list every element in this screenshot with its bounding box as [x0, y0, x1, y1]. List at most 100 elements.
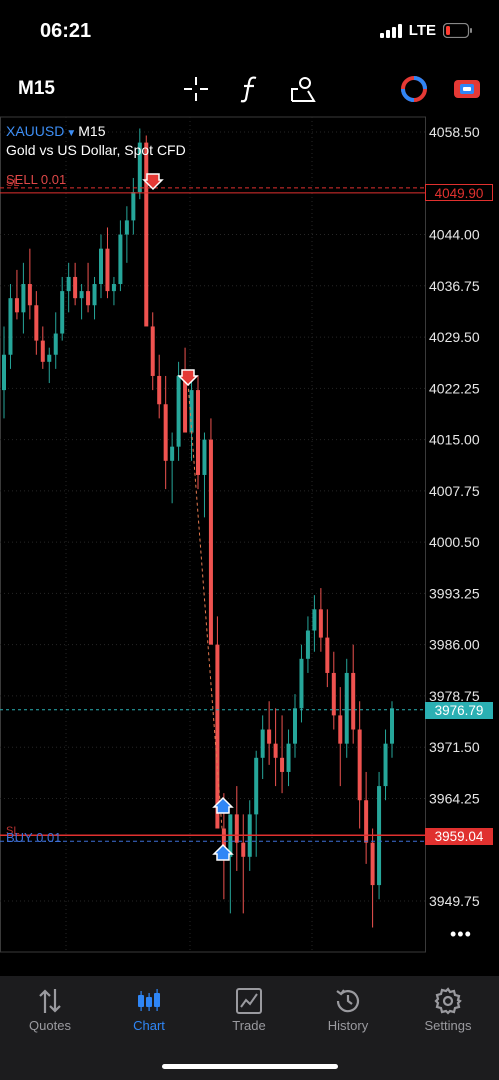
buy-line-price-tag: 3959.04 — [425, 828, 493, 845]
y-tick-label: 4058.50 — [429, 124, 480, 140]
y-tick-label: 3964.25 — [429, 790, 480, 806]
candle-body — [241, 842, 246, 857]
candle-body — [47, 354, 52, 362]
y-tick-label: 3949.75 — [429, 893, 480, 909]
candle-body — [163, 404, 168, 461]
sl-label-top: SL — [6, 177, 20, 189]
y-tick-label: 3986.00 — [429, 637, 480, 653]
candle-body — [27, 284, 32, 306]
symbol-timeframe: M15 — [78, 123, 106, 139]
tab-label: Quotes — [29, 1018, 71, 1033]
objects-icon[interactable] — [287, 74, 317, 104]
candle-body — [383, 743, 388, 787]
tab-settings[interactable]: Settings — [403, 984, 493, 1033]
tab-label: History — [327, 1018, 369, 1033]
candle-body — [338, 715, 343, 744]
tab-history[interactable]: History — [303, 984, 393, 1033]
candle-body — [111, 284, 116, 292]
y-tick-label: 4036.75 — [429, 278, 480, 294]
chart-toolbar: M15 — [0, 62, 499, 116]
candle-body — [92, 284, 97, 306]
candle-body — [325, 637, 330, 673]
candle-body — [99, 248, 103, 285]
candle-body — [8, 298, 13, 355]
candle-body — [293, 708, 297, 744]
candle-body — [208, 439, 213, 645]
trade-icon — [204, 984, 294, 1018]
candle-body — [364, 800, 369, 843]
symbol-description: Gold vs US Dollar, Spot CFD — [6, 142, 186, 158]
indicators-icon[interactable] — [235, 74, 265, 104]
candle-body — [60, 291, 65, 334]
candle-body — [21, 284, 26, 313]
buy-order-label[interactable]: BUY 0.01 — [6, 830, 61, 845]
y-tick-label: 4015.00 — [429, 432, 480, 448]
candle-body — [267, 729, 272, 744]
candle-body — [170, 446, 175, 461]
chart-icon — [104, 984, 194, 1018]
candle-body — [196, 390, 200, 475]
candle-body — [299, 658, 304, 709]
candle-body — [34, 305, 39, 341]
symbol-label[interactable]: XAUUSD — [6, 123, 64, 139]
y-tick-label: 4007.75 — [429, 483, 480, 499]
y-tick-label: 3971.50 — [429, 739, 480, 755]
candle-body — [254, 757, 259, 815]
candle-body — [73, 276, 78, 299]
candle-body — [344, 672, 349, 744]
status-time: 06:21 — [40, 20, 92, 42]
candle-body — [331, 672, 336, 716]
candle-body — [234, 814, 239, 843]
candle-body — [118, 234, 123, 285]
tab-chart[interactable]: Chart — [104, 984, 194, 1033]
candle-body — [318, 609, 323, 638]
trade-toggle-icon[interactable] — [399, 74, 429, 104]
history-icon — [303, 984, 393, 1018]
candle-body — [86, 291, 91, 306]
settings-icon — [403, 984, 493, 1018]
candle-body — [66, 276, 71, 292]
candle-body — [260, 729, 265, 758]
candle-body — [144, 142, 149, 327]
y-tick-label: 4000.50 — [429, 534, 480, 550]
y-tick-label: 4022.25 — [429, 380, 480, 396]
candle-body — [286, 743, 291, 772]
timeframe-button[interactable]: M15 — [18, 78, 55, 100]
candle-body — [176, 375, 181, 447]
symbol-dropdown-icon[interactable]: ▼ — [66, 128, 76, 139]
candle-body — [351, 672, 356, 730]
candle-body — [312, 609, 317, 631]
one-click-trading-icon[interactable] — [452, 74, 482, 104]
network-label: LTE — [408, 22, 436, 39]
candle-body — [273, 743, 278, 758]
candle-body — [280, 757, 285, 772]
candle-body — [53, 333, 58, 355]
candle-body — [79, 291, 84, 299]
candle-body — [2, 354, 6, 391]
candle-body — [202, 439, 207, 475]
tab-quotes[interactable]: Quotes — [5, 984, 95, 1033]
tab-label: Trade — [232, 1018, 266, 1033]
home-indicator — [162, 1064, 338, 1069]
quotes-icon — [5, 984, 95, 1018]
plot-frame — [0, 116, 426, 953]
candle-body — [370, 842, 375, 886]
candle-body — [390, 708, 394, 744]
y-tick-label: 4029.50 — [429, 329, 480, 345]
sell-arrow-icon — [177, 369, 199, 387]
candle-body — [157, 375, 162, 405]
more-options-icon[interactable]: ••• — [450, 924, 472, 945]
tab-trade[interactable]: Trade — [204, 984, 294, 1033]
crosshair-icon[interactable] — [181, 74, 211, 104]
tab-label: Chart — [133, 1018, 165, 1033]
y-tick-label: 4044.00 — [429, 227, 480, 243]
y-tick-label: 3993.25 — [429, 585, 480, 601]
candle-body — [150, 326, 155, 376]
candle-body — [305, 630, 310, 659]
candle-body — [40, 340, 45, 362]
sell-line-price-tag: 4049.90 — [425, 184, 493, 201]
status-bar: 06:21 LTE — [0, 0, 499, 62]
battery-low-icon — [443, 23, 472, 38]
candle-body — [105, 248, 110, 292]
candle-body — [357, 729, 362, 801]
